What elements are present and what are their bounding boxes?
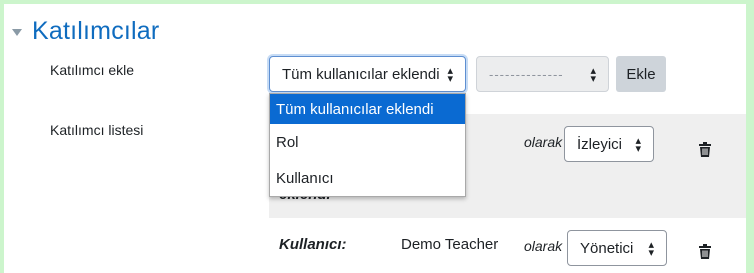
up-down-caret-icon: ▴ ▾	[635, 135, 641, 155]
dropdown-option-role[interactable]: Rol	[270, 124, 465, 160]
add-button[interactable]: Ekle	[616, 56, 666, 92]
section-title: Katılımcılar	[32, 16, 160, 45]
participant-name: Demo Teacher	[401, 236, 499, 253]
up-down-caret-icon: ▴ ▾	[590, 65, 596, 85]
participant-type-select[interactable]: Tüm kullanıcılar eklendi ▴ ▾	[269, 56, 466, 92]
as-label: olarak	[524, 238, 563, 254]
add-participant-label: Katılımcı ekle	[50, 62, 135, 78]
participant-value-select[interactable]: -------------- ▴ ▾	[476, 56, 609, 92]
as-label: olarak	[524, 134, 563, 150]
role-value: İzleyici	[577, 135, 623, 153]
row-type-label: Kullanıcı:	[279, 236, 347, 253]
trash-icon[interactable]	[699, 244, 711, 259]
participant-type-value: Tüm kullanıcılar eklendi	[282, 65, 440, 83]
list-row: Kullanıcı: Demo Teacher olarak Yönetici …	[269, 218, 746, 273]
collapse-triangle-icon[interactable]	[12, 28, 22, 36]
up-down-caret-icon: ▴ ▾	[648, 239, 654, 259]
dropdown-option-user[interactable]: Kullanıcı	[270, 160, 465, 196]
participant-type-dropdown: Tüm kullanıcılar eklendi Rol Kullanıcı	[269, 93, 466, 197]
up-down-caret-icon: ▴ ▾	[447, 65, 453, 85]
participant-value-placeholder: --------------	[489, 66, 564, 82]
participant-list-label: Katılımcı listesi	[50, 122, 144, 138]
role-select[interactable]: Yönetici ▴ ▾	[567, 230, 667, 266]
participants-panel: Katılımcılar Katılımcı ekle Katılımcı li…	[4, 4, 746, 273]
role-select[interactable]: İzleyici ▴ ▾	[564, 126, 654, 162]
section-header[interactable]: Katılımcılar	[12, 14, 159, 48]
trash-icon[interactable]	[699, 142, 711, 157]
dropdown-option-all-users[interactable]: Tüm kullanıcılar eklendi	[270, 94, 465, 124]
role-value: Yönetici	[580, 239, 634, 257]
